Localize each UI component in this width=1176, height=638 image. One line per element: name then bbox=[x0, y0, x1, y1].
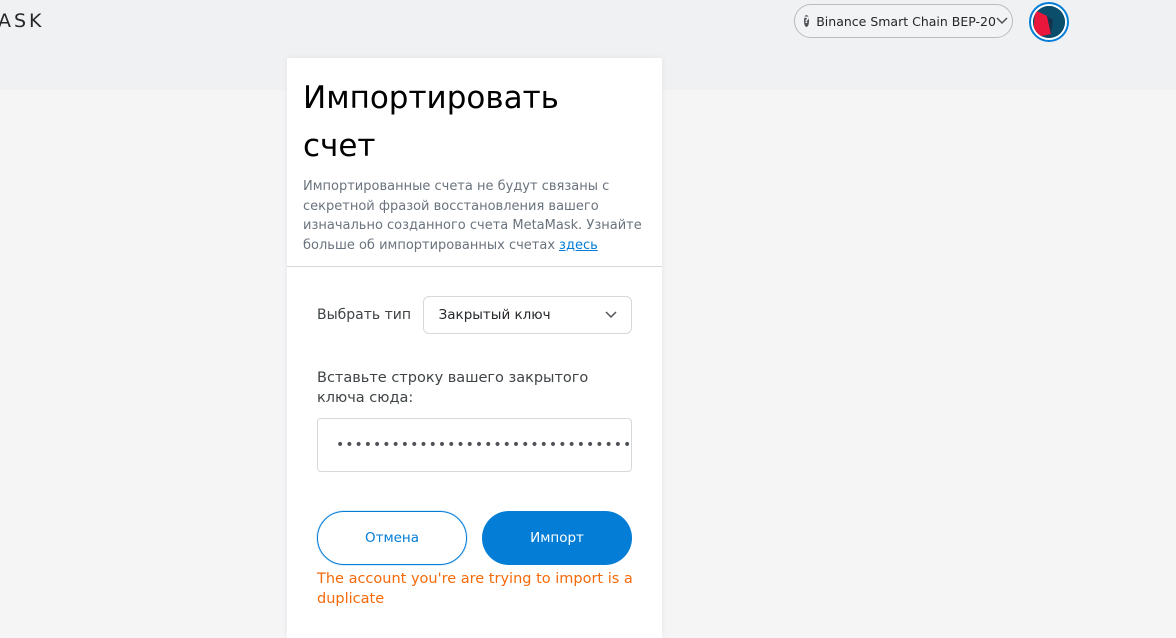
chevron-down-icon bbox=[605, 307, 617, 323]
question-icon: ? bbox=[804, 15, 810, 27]
import-button[interactable]: Импорт bbox=[482, 511, 632, 565]
type-row: Выбрать тип Закрытый ключ bbox=[317, 296, 632, 334]
network-selector[interactable]: ? Binance Smart Chain BEP-20 bbox=[794, 4, 1013, 38]
cancel-button[interactable]: Отмена bbox=[317, 511, 467, 565]
app-logo[interactable]: ASK bbox=[0, 10, 45, 32]
account-menu-button[interactable] bbox=[1029, 2, 1069, 42]
learn-more-link[interactable]: здесь bbox=[559, 238, 598, 253]
private-key-label: Вставьте строку вашего закрытого ключа с… bbox=[317, 370, 589, 406]
page-title: Импортировать счет bbox=[303, 80, 559, 164]
network-label: Binance Smart Chain BEP-20 bbox=[816, 13, 996, 29]
import-account-card: Импортировать счет Импортированные счета… bbox=[287, 58, 662, 638]
import-form: Выбрать тип Закрытый ключ Вставьте строк… bbox=[287, 267, 662, 609]
private-key-input[interactable]: •••••••••••••••••••••••••••••••••••••••• bbox=[317, 418, 632, 472]
import-header: Импортировать счет Импортированные счета… bbox=[287, 58, 662, 267]
chevron-down-icon bbox=[996, 17, 1008, 25]
error-message: The account you're are trying to import … bbox=[317, 571, 633, 607]
type-label: Выбрать тип bbox=[317, 307, 412, 323]
import-type-select[interactable]: Закрытый ключ bbox=[422, 296, 632, 334]
jazzicon-avatar bbox=[1033, 6, 1065, 38]
action-buttons: Отмена Импорт bbox=[317, 511, 632, 565]
import-description: Импортированные счета не будут связаны с… bbox=[303, 177, 653, 255]
import-type-value: Закрытый ключ bbox=[438, 307, 551, 323]
